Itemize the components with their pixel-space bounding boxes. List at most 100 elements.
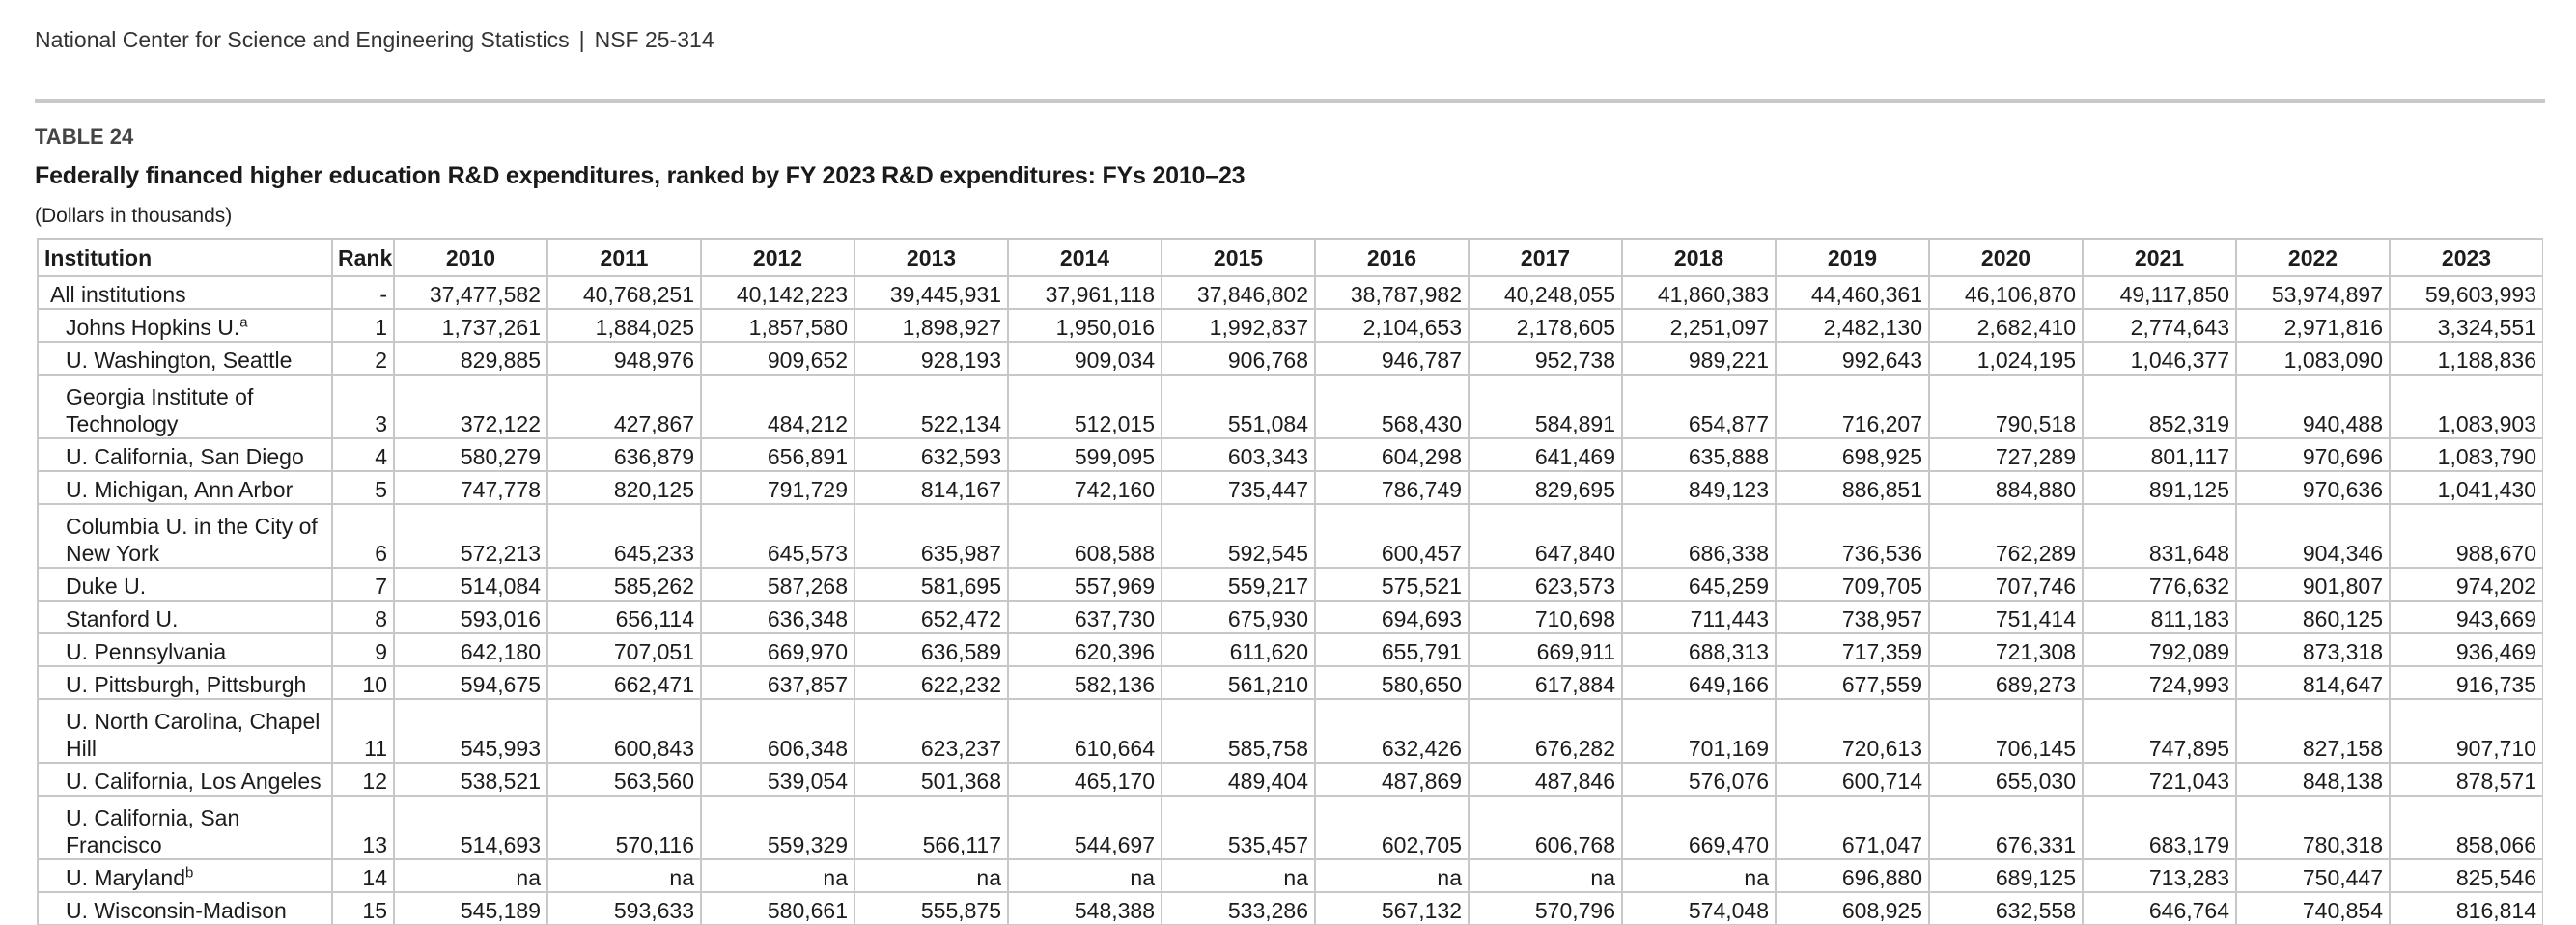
value-cell: 701,169	[1621, 698, 1777, 764]
value-cell: 40,142,223	[700, 275, 855, 310]
value-cell: 1,884,025	[546, 308, 702, 343]
value-cell: 608,588	[1007, 503, 1162, 569]
value-cell: 1,857,580	[700, 308, 855, 343]
institution-name: U. Michigan, Ann Arbor	[66, 477, 294, 502]
value-cell: 641,469	[1468, 437, 1623, 472]
value-cell: 37,477,582	[393, 275, 548, 310]
value-cell: 427,867	[546, 374, 702, 439]
value-cell: 858,066	[2389, 795, 2543, 860]
column-header-year: 2023	[2389, 238, 2543, 277]
value-cell: 620,396	[1007, 632, 1162, 667]
table-row: Georgia Institute of Technology 3 372,122 4…	[37, 374, 2543, 439]
value-cell: 567,132	[1314, 891, 1470, 925]
value-cell: na	[1314, 858, 1470, 893]
value-cell: 694,693	[1314, 600, 1470, 634]
value-cell: 829,695	[1468, 470, 1623, 505]
institution-cell: U. California, San Diego	[37, 437, 333, 472]
value-cell: 40,768,251	[546, 275, 702, 310]
value-cell: 742,160	[1007, 470, 1162, 505]
value-cell: 551,084	[1161, 374, 1316, 439]
value-cell: 645,233	[546, 503, 702, 569]
rank-cell: 4	[331, 437, 395, 472]
value-cell: 827,158	[2235, 698, 2391, 764]
value-cell: 3,324,551	[2389, 308, 2543, 343]
value-cell: 535,457	[1161, 795, 1316, 860]
value-cell: 721,043	[2082, 762, 2237, 797]
value-cell: 40,248,055	[1468, 275, 1623, 310]
value-cell: 2,774,643	[2082, 308, 2237, 343]
value-cell: 561,210	[1161, 665, 1316, 700]
institution-name: Duke U.	[66, 574, 147, 599]
column-header-year: 2021	[2082, 238, 2237, 277]
value-cell: 623,237	[854, 698, 1009, 764]
value-cell: 555,875	[854, 891, 1009, 925]
value-cell: 636,589	[854, 632, 1009, 667]
value-cell: 656,891	[700, 437, 855, 472]
value-cell: 522,134	[854, 374, 1009, 439]
value-cell: 37,961,118	[1007, 275, 1162, 310]
column-header-rank: Rank	[331, 238, 395, 277]
value-cell: 677,559	[1775, 665, 1930, 700]
value-cell: 909,652	[700, 341, 855, 376]
value-cell: 1,046,377	[2082, 341, 2237, 376]
value-cell: 780,318	[2235, 795, 2391, 860]
value-cell: 750,447	[2235, 858, 2391, 893]
value-cell: 622,232	[854, 665, 1009, 700]
value-cell: 747,895	[2082, 698, 2237, 764]
value-cell: 662,471	[546, 665, 702, 700]
value-cell: 548,388	[1007, 891, 1162, 925]
value-cell: 2,971,816	[2235, 308, 2391, 343]
column-header-year: 2019	[1775, 238, 1930, 277]
value-cell: 582,136	[1007, 665, 1162, 700]
table-units-note: (Dollars in thousands)	[35, 205, 233, 227]
value-cell: 652,472	[854, 600, 1009, 634]
institution-cell: U. Michigan, Ann Arbor	[37, 470, 333, 505]
value-cell: 707,051	[546, 632, 702, 667]
value-cell: 656,114	[546, 600, 702, 634]
value-cell: 635,987	[854, 503, 1009, 569]
table-header-row: Institution Rank 2010 2011 2012 2013 2014 2015 2…	[37, 238, 2543, 277]
table-row: Johns Hopkins U.a 1 1,737,261 1,884,025 1,85…	[37, 308, 2543, 343]
value-cell: 41,860,383	[1621, 275, 1777, 310]
rank-cell: 15	[331, 891, 395, 925]
value-cell: 696,880	[1775, 858, 1930, 893]
value-cell: 943,669	[2389, 600, 2543, 634]
table-row: Columbia U. in the City of New York 6 572,…	[37, 503, 2543, 569]
value-cell: 884,880	[1928, 470, 2084, 505]
rank-cell: 14	[331, 858, 395, 893]
value-cell: 2,251,097	[1621, 308, 1777, 343]
value-cell: 575,521	[1314, 567, 1470, 602]
value-cell: 970,696	[2235, 437, 2391, 472]
value-cell: 539,054	[700, 762, 855, 797]
value-cell: 623,573	[1468, 567, 1623, 602]
value-cell: 646,764	[2082, 891, 2237, 925]
value-cell: 593,633	[546, 891, 702, 925]
column-header-year: 2017	[1468, 238, 1623, 277]
value-cell: 559,217	[1161, 567, 1316, 602]
value-cell: 675,930	[1161, 600, 1316, 634]
value-cell: 580,661	[700, 891, 855, 925]
institution-cell: Columbia U. in the City of New York	[37, 503, 333, 569]
rank-cell: 8	[331, 600, 395, 634]
value-cell: na	[1621, 858, 1777, 893]
table-row: U. California, San Francisco 13 514,693 570…	[37, 795, 2543, 860]
value-cell: 617,884	[1468, 665, 1623, 700]
value-cell: 747,778	[393, 470, 548, 505]
value-cell: 707,746	[1928, 567, 2084, 602]
value-cell: 570,116	[546, 795, 702, 860]
value-cell: 736,536	[1775, 503, 1930, 569]
value-cell: 814,647	[2235, 665, 2391, 700]
institution-name: Georgia Institute of Technology	[66, 384, 254, 436]
value-cell: 906,768	[1161, 341, 1316, 376]
value-cell: 721,308	[1928, 632, 2084, 667]
value-cell: 538,521	[393, 762, 548, 797]
value-cell: 654,877	[1621, 374, 1777, 439]
institution-name: U. Washington, Seattle	[66, 348, 293, 373]
value-cell: 594,675	[393, 665, 548, 700]
value-cell: 557,969	[1007, 567, 1162, 602]
value-cell: 600,843	[546, 698, 702, 764]
value-cell: 792,089	[2082, 632, 2237, 667]
value-cell: 713,283	[2082, 858, 2237, 893]
value-cell: 907,710	[2389, 698, 2543, 764]
value-cell: 901,807	[2235, 567, 2391, 602]
